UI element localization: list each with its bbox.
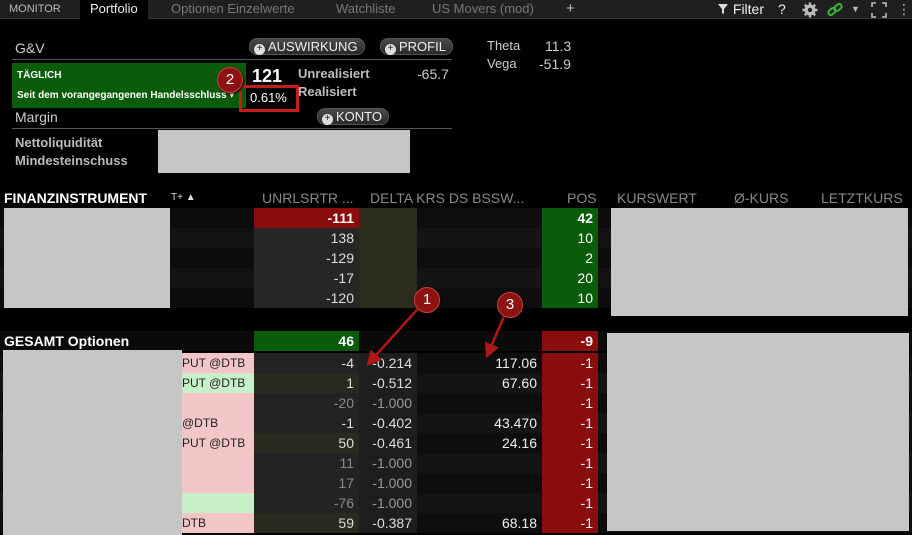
arrow-1 — [366, 301, 425, 366]
annotation-badge-3: 3 — [497, 292, 523, 318]
annotation-arrows — [366, 301, 510, 366]
annotation-badge-1: 1 — [414, 287, 440, 313]
